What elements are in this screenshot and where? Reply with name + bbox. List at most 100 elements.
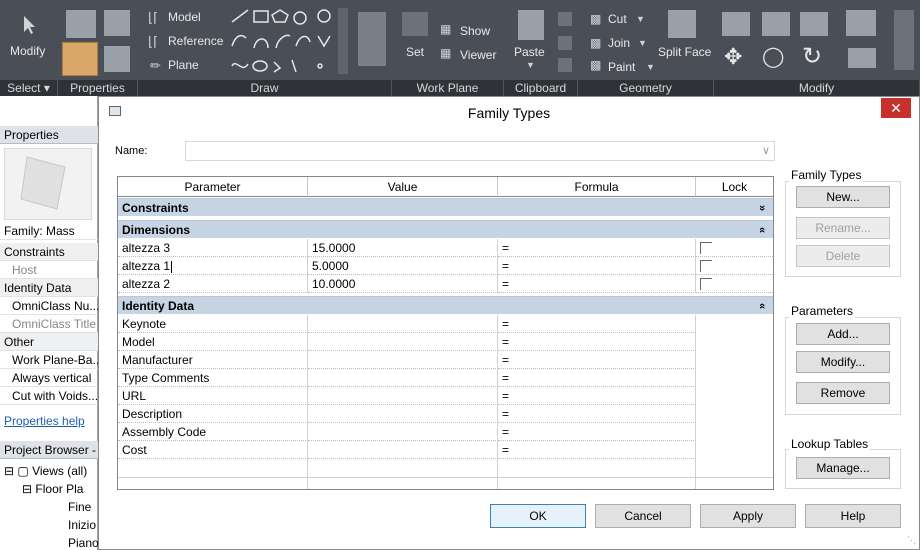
dimensions-group-row[interactable]: Dimensions « — [118, 220, 773, 238]
rotate-icon[interactable]: ↻ — [802, 42, 822, 71]
constraints-group-row[interactable]: Constraints » — [118, 198, 773, 216]
parameter-cell[interactable]: Manufacturer — [118, 351, 308, 369]
paste-icon[interactable] — [518, 10, 544, 40]
value-cell[interactable] — [308, 405, 498, 423]
value-cell[interactable] — [308, 315, 498, 333]
parameter-cell[interactable]: URL — [118, 387, 308, 405]
formula-cell[interactable]: = — [498, 239, 696, 257]
formula-cell[interactable]: = — [498, 257, 696, 275]
close-button[interactable]: ✕ — [881, 98, 911, 118]
parameter-cell[interactable]: Type Comments — [118, 369, 308, 387]
ok-button[interactable]: OK — [490, 504, 586, 528]
col-header-lock[interactable]: Lock — [696, 177, 773, 197]
col-header-parameter[interactable]: Parameter — [118, 177, 308, 197]
help-button[interactable]: Help — [805, 504, 901, 528]
lock-checkbox[interactable] — [700, 278, 712, 290]
copy-icon[interactable]: ◯ — [762, 44, 784, 69]
browser-view-item[interactable]: Piano — [68, 536, 99, 550]
join-dropdown-icon[interactable]: ▼ — [638, 38, 647, 48]
ribbon-overflow-icon[interactable] — [894, 10, 914, 70]
prop-row-4[interactable]: OmniClass Title — [0, 315, 98, 333]
parameter-cell[interactable]: Description — [118, 405, 308, 423]
value-cell[interactable] — [308, 351, 498, 369]
draw-tools-icons[interactable] — [228, 6, 352, 76]
paint-dropdown-icon[interactable]: ▼ — [646, 62, 655, 72]
formula-cell[interactable]: = — [498, 351, 696, 369]
expand-down-icon[interactable]: » — [753, 205, 771, 211]
value-cell[interactable] — [308, 387, 498, 405]
lock-checkbox[interactable] — [700, 260, 712, 272]
value-cell[interactable] — [308, 369, 498, 387]
prop-row-8[interactable]: Cut with Voids... — [0, 387, 98, 405]
cut-clipboard-icon[interactable] — [558, 12, 572, 26]
col-header-value[interactable]: Value — [308, 177, 498, 197]
name-combobox[interactable]: ∨ — [185, 141, 775, 161]
paint-label[interactable]: Paint — [608, 60, 635, 74]
formula-cell[interactable]: = — [498, 369, 696, 387]
family-types-icon[interactable] — [62, 42, 98, 76]
paste-dropdown-icon[interactable]: ▼ — [526, 60, 535, 70]
tree-toggle-icon[interactable]: ⊟ — [22, 482, 32, 496]
value-cell[interactable] — [308, 333, 498, 351]
pick-lines-icon[interactable] — [358, 12, 386, 66]
browser-views-node[interactable]: ⊟ ▢ Views (all) — [4, 464, 87, 478]
browser-view-item[interactable]: Inizio — [68, 518, 96, 532]
model-label[interactable]: Model — [168, 10, 201, 24]
remove-parameter-button[interactable]: Remove — [796, 382, 890, 404]
split-face-label[interactable]: Split Face — [658, 45, 711, 59]
parameter-cell[interactable]: altezza 2 — [118, 275, 308, 293]
parameter-cell[interactable]: altezza 3 — [118, 239, 308, 257]
cancel-button[interactable]: Cancel — [595, 504, 691, 528]
offset-icon[interactable] — [762, 12, 790, 36]
split-face-icon[interactable] — [668, 10, 696, 38]
formula-cell[interactable]: = — [498, 387, 696, 405]
formula-cell[interactable]: = — [498, 405, 696, 423]
delete-type-button[interactable]: Delete — [796, 245, 890, 267]
mirror-icon[interactable] — [800, 12, 828, 36]
prop-row-7[interactable]: Always vertical — [0, 369, 98, 387]
select-group-label[interactable]: Select ▾ — [0, 80, 58, 96]
value-cell[interactable] — [308, 423, 498, 441]
formula-cell[interactable]: = — [498, 275, 696, 293]
parameter-cell[interactable]: Assembly Code — [118, 423, 308, 441]
prop-row-3[interactable]: OmniClass Nu... — [0, 297, 98, 315]
dialog-titlebar[interactable]: Family Types ✕ — [99, 97, 919, 127]
set-label[interactable]: Set — [406, 45, 424, 59]
set-workplane-icon[interactable] — [402, 12, 428, 36]
tree-toggle-icon[interactable]: ⊟ — [4, 464, 14, 478]
formula-cell[interactable]: = — [498, 441, 696, 459]
array-icon[interactable] — [846, 10, 876, 36]
cut-label[interactable]: Cut — [608, 12, 627, 26]
cut-dropdown-icon[interactable]: ▼ — [636, 14, 645, 24]
align-icon[interactable] — [722, 12, 750, 36]
rename-type-button[interactable]: Rename... — [796, 217, 890, 239]
value-cell[interactable]: 15.0000 — [308, 239, 498, 257]
identity-group-row[interactable]: Identity Data « — [118, 296, 773, 314]
paste-label[interactable]: Paste — [514, 45, 545, 59]
family-category-icon[interactable] — [104, 10, 130, 36]
add-parameter-button[interactable]: Add... — [796, 323, 890, 345]
trim-icon[interactable] — [848, 48, 876, 68]
browser-view-item[interactable]: Fine — [68, 500, 91, 514]
prop-row-6[interactable]: Work Plane-Ba... — [0, 351, 98, 369]
parameter-cell[interactable]: Model — [118, 333, 308, 351]
value-cell[interactable]: 5.0000 — [308, 257, 498, 275]
modify-tool-button[interactable]: Modify — [4, 4, 56, 76]
viewer-label[interactable]: Viewer — [460, 48, 496, 62]
join-label[interactable]: Join — [608, 36, 630, 50]
collapse-up-icon[interactable]: « — [753, 303, 771, 309]
match-properties-icon[interactable] — [558, 58, 572, 72]
formula-cell[interactable]: = — [498, 315, 696, 333]
copy-clipboard-icon[interactable] — [558, 36, 572, 50]
plane-label[interactable]: Plane — [168, 58, 199, 72]
move-icon[interactable]: ✥ — [724, 44, 742, 70]
formula-cell[interactable]: = — [498, 423, 696, 441]
family-parameters-icon[interactable] — [104, 46, 130, 72]
collapse-up-icon[interactable]: « — [753, 227, 771, 233]
parameter-cell[interactable]: Cost — [118, 441, 308, 459]
properties-help-link[interactable]: Properties help — [4, 414, 85, 428]
prop-row-1[interactable]: Host — [0, 261, 98, 279]
col-header-formula[interactable]: Formula — [498, 177, 696, 197]
reference-label[interactable]: Reference — [168, 34, 223, 48]
lock-checkbox[interactable] — [700, 242, 712, 254]
